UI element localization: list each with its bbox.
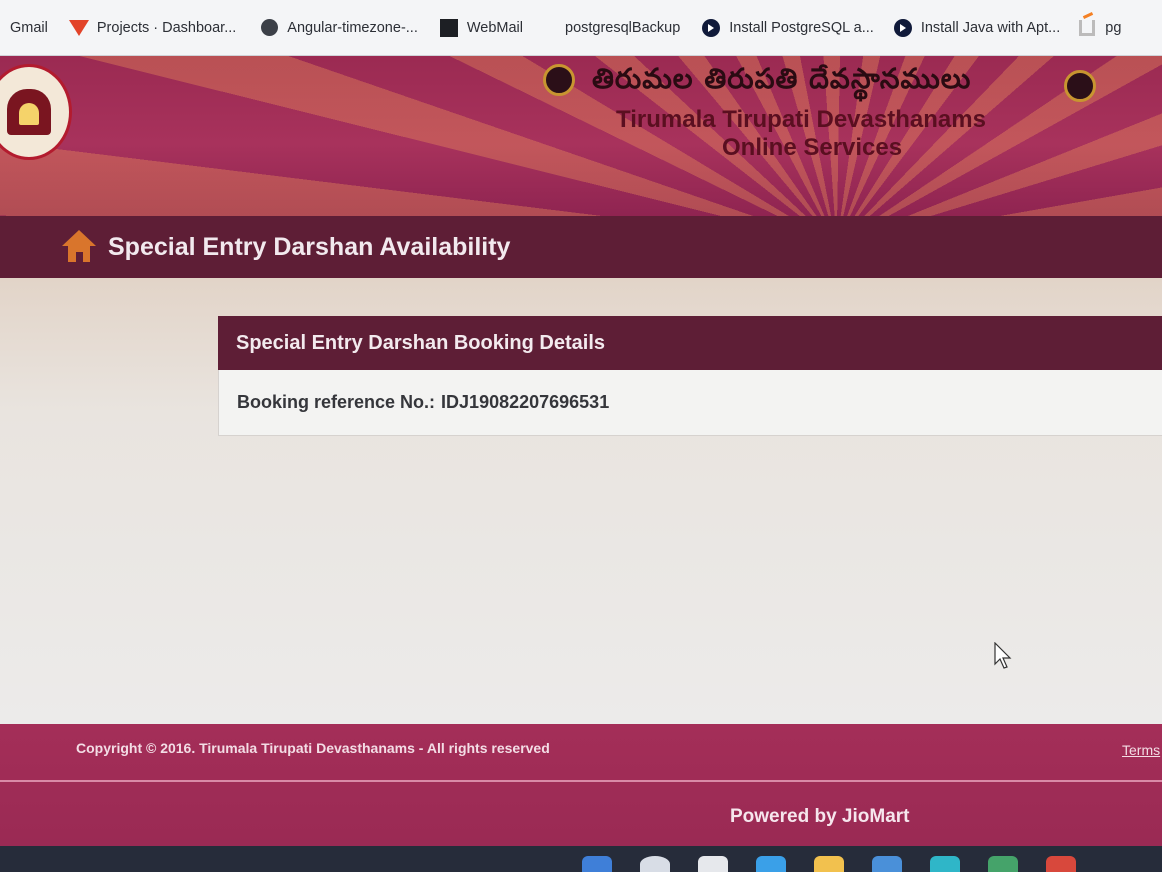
bookmark-label: WebMail	[466, 19, 523, 36]
bookmarks-bar: Gmail Projects · Dashboar... Angular-tim…	[0, 0, 1162, 56]
bookmark-label: Install PostgreSQL a...	[729, 19, 874, 36]
gitlab-icon	[68, 19, 89, 37]
bookmark-pg[interactable]: pg	[1070, 0, 1131, 55]
chrome-icon[interactable]	[1046, 856, 1076, 872]
bookmark-postgresql-backup[interactable]: postgresqlBackup	[533, 0, 690, 55]
temple-gopuram-icon	[7, 89, 51, 135]
terms-link[interactable]: Terms	[1122, 742, 1160, 758]
booking-reference-row: Booking reference No.: IDJ19082207696531	[218, 370, 1162, 436]
os-taskbar	[0, 846, 1162, 872]
bookmark-label: Projects · Dashboar...	[96, 19, 237, 36]
bookmark-label: postgresqlBackup	[565, 19, 681, 36]
task-view-icon[interactable]	[698, 856, 728, 872]
temple-emblem-icon	[1064, 70, 1096, 102]
telugu-title: తిరుమల తిరుపతి దేవస్థానములు	[592, 62, 972, 95]
namam-emblem-icon	[543, 64, 575, 96]
bookmark-install-java[interactable]: Install Java with Apt...	[884, 0, 1070, 55]
booking-details-panel: Special Entry Darshan Booking Details Bo…	[218, 316, 1162, 436]
stackoverflow-icon	[1078, 19, 1096, 37]
globe-icon	[260, 19, 278, 37]
edge-icon[interactable]	[756, 856, 786, 872]
app-icon[interactable]	[930, 856, 960, 872]
bookmark-angular-timezone[interactable]: Angular-timezone-...	[246, 0, 428, 55]
play-icon	[702, 18, 721, 37]
bookmark-gitlab-projects[interactable]: Projects · Dashboar...	[58, 0, 246, 55]
powered-by-text: Powered by JioMart	[730, 806, 910, 827]
app-icon[interactable]	[988, 856, 1018, 872]
bookmark-label: Install Java with Apt...	[920, 19, 1061, 36]
bookmark-label: Gmail	[10, 19, 48, 36]
org-name: Tirumala Tirupati Devasthanams	[616, 106, 986, 133]
page-title: Special Entry Darshan Availability	[108, 232, 511, 261]
file-explorer-icon[interactable]	[814, 856, 844, 872]
bookmark-install-postgresql[interactable]: Install PostgreSQL a...	[690, 0, 884, 55]
store-icon[interactable]	[872, 856, 902, 872]
search-icon[interactable]	[640, 856, 670, 872]
panel-heading: Special Entry Darshan Booking Details	[218, 316, 1162, 370]
main-content: Special Entry Darshan Booking Details Bo…	[0, 278, 1162, 724]
ttd-logo[interactable]	[0, 64, 72, 160]
site-footer: Copyright © 2016. Tirumala Tirupati Deva…	[0, 724, 1162, 846]
bookmark-gmail[interactable]: Gmail	[0, 0, 58, 55]
webmail-icon	[439, 18, 458, 37]
browser-page: Gmail Projects · Dashboar... Angular-tim…	[0, 0, 1162, 872]
mouse-pointer-icon	[994, 642, 1012, 669]
header-subtitle: Online Services	[722, 134, 903, 161]
site-header: తిరుమల తిరుపతి దేవస్థానములు Tirumala Tir…	[0, 56, 1162, 216]
booking-reference-value: IDJ19082207696531	[441, 392, 610, 412]
page-titlebar: Special Entry Darshan Availability	[0, 216, 1162, 278]
play-icon	[893, 18, 912, 37]
start-icon[interactable]	[582, 856, 612, 872]
bookmark-label: Angular-timezone-...	[287, 19, 418, 36]
bookmark-label: pg	[1105, 19, 1122, 36]
bookmark-webmail[interactable]: WebMail	[428, 0, 533, 55]
copyright-text: Copyright © 2016. Tirumala Tirupati Deva…	[76, 740, 550, 756]
booking-reference-label: Booking reference No.:	[237, 392, 436, 412]
footer-divider	[0, 780, 1162, 782]
home-icon[interactable]	[62, 230, 96, 264]
